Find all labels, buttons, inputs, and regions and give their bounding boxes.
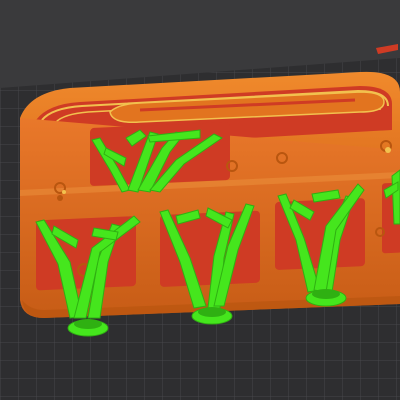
model-tray[interactable] — [20, 71, 400, 318]
3d-preview-viewport[interactable]: slicer-3d-preview elongated-tray-with-tr… — [0, 0, 400, 400]
scene — [0, 0, 400, 400]
